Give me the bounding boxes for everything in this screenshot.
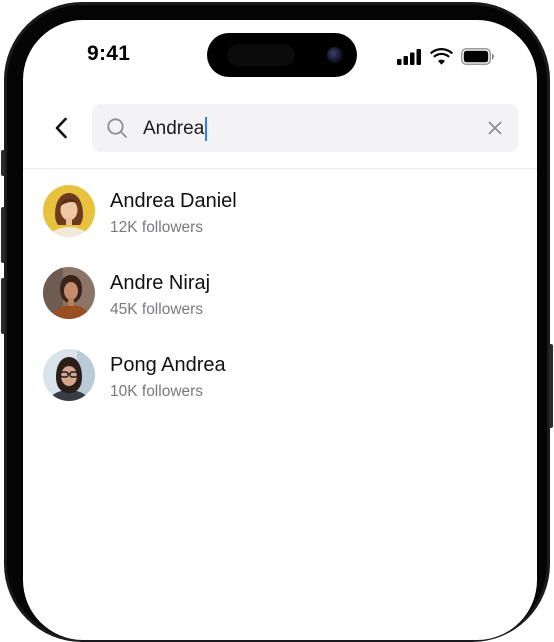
battery-icon [461,48,494,65]
cellular-signal-icon [397,48,421,65]
result-name: Andre Niraj [110,272,211,294]
result-followers: 45K followers [110,301,204,318]
search-icon [107,118,127,138]
phone-frame: 9:41 Andrea Andrea Daniel 12K followers … [1,2,553,642]
avatar [43,267,95,319]
search-results: Andrea Daniel 12K followers Andre Niraj … [23,182,537,428]
search-query[interactable]: Andrea [143,117,208,141]
search-query-text: Andrea [143,118,205,139]
phone-side-button [1,278,5,334]
search-input[interactable]: Andrea [92,104,518,152]
screen: 9:41 Andrea Andrea Daniel 12K followers … [23,20,537,640]
result-name: Pong Andrea [110,354,226,376]
phone-side-button [1,207,5,263]
status-icons [397,48,495,65]
search-header: Andrea [23,102,537,169]
back-button[interactable] [45,112,77,144]
phone-side-button [549,344,553,428]
result-item[interactable]: Andre Niraj 45K followers [23,264,537,346]
camera-lens [327,47,343,63]
result-followers: 10K followers [110,383,204,400]
result-name: Andrea Daniel [110,190,237,212]
close-icon[interactable] [486,119,504,137]
status-time: 9:41 [87,42,131,65]
avatar [43,349,95,401]
phone-side-button [1,150,5,176]
result-item[interactable]: Pong Andrea 10K followers [23,346,537,428]
wifi-icon [430,48,453,65]
island-sensor [227,44,295,66]
dynamic-island [207,33,357,77]
status-bar: 9:41 [23,20,537,92]
text-caret [205,117,208,141]
result-followers: 12K followers [110,219,204,236]
avatar [43,185,95,237]
chevron-left-icon [55,117,67,139]
result-item[interactable]: Andrea Daniel 12K followers [23,182,537,264]
